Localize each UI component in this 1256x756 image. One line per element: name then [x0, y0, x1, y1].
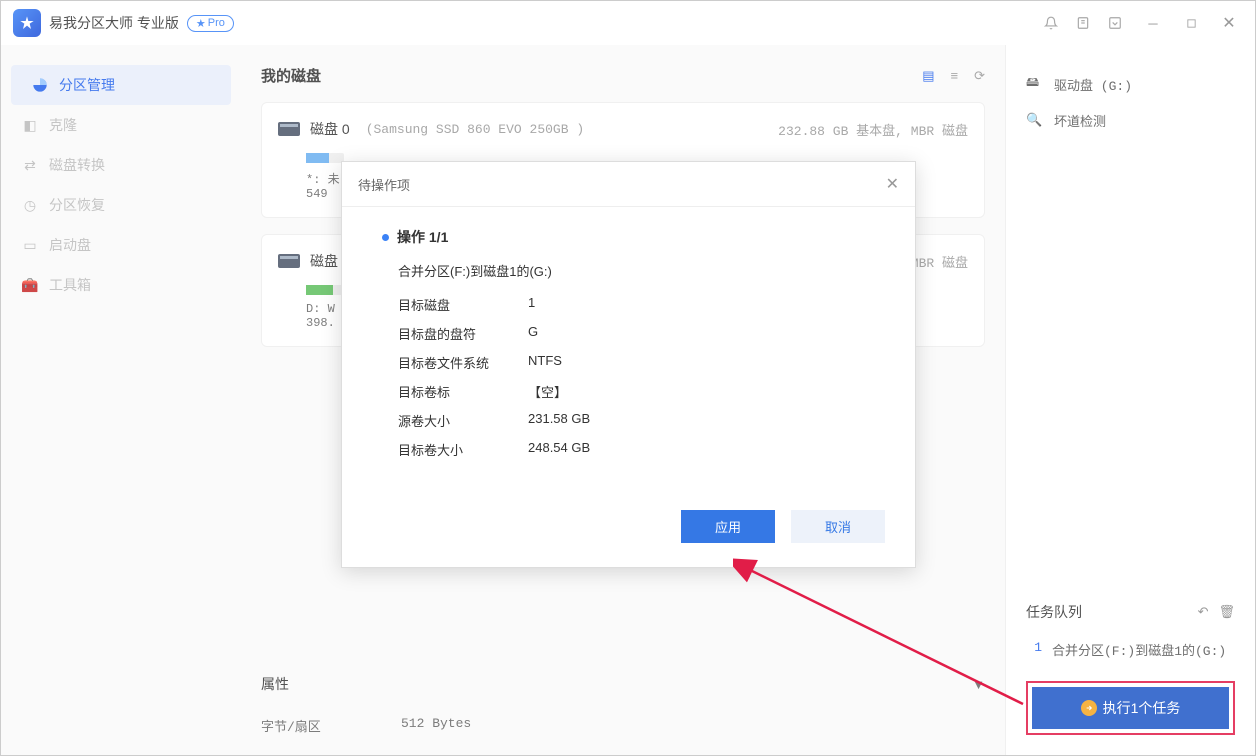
clone-icon: ◧ — [21, 116, 39, 134]
modal-title: 待操作项 — [358, 175, 410, 194]
op-row: 目标盘的盘符G — [382, 319, 875, 348]
sidebar-item-label: 磁盘转换 — [49, 155, 105, 175]
sidebar: 分区管理 ◧ 克隆 ⇄ 磁盘转换 ◷ 分区恢复 ▭ 启动盘 🧰 工具箱 — [1, 45, 241, 755]
sidebar-item-convert[interactable]: ⇄ 磁盘转换 — [1, 145, 241, 185]
disk-info: (Samsung SSD 860 EVO 250GB ) — [366, 122, 584, 137]
op-row: 目标卷大小248.54 GB — [382, 435, 875, 464]
operation-desc: 合并分区(F:)到磁盘1的(G:) — [382, 261, 875, 280]
disk-meta: MBR 磁盘 — [911, 252, 968, 271]
note-icon[interactable] — [1075, 15, 1091, 31]
grid-view-icon[interactable]: ▤ — [922, 68, 934, 84]
op-row: 源卷大小231.58 GB — [382, 406, 875, 435]
op-row: 目标磁盘1 — [382, 290, 875, 319]
refresh-icon[interactable]: ⟳ — [974, 68, 985, 84]
maximize-icon[interactable] — [1183, 15, 1199, 31]
pending-ops-modal: 待操作项 ✕ 操作 1/1 合并分区(F:)到磁盘1的(G:) 目标磁盘1目标盘… — [341, 161, 916, 568]
op-key: 源卷大小 — [398, 411, 528, 430]
close-icon[interactable]: ✕ — [1215, 15, 1243, 31]
bell-icon[interactable] — [1043, 15, 1059, 31]
sidebar-item-label: 分区恢复 — [49, 195, 105, 215]
queue-title: 任务队列 — [1026, 602, 1082, 622]
sidebar-item-label: 工具箱 — [49, 275, 91, 295]
task-number: 1 — [1026, 640, 1042, 659]
disk-icon — [278, 254, 300, 268]
app-title: 易我分区大师 专业版 — [49, 13, 179, 33]
op-key: 目标卷文件系统 — [398, 353, 528, 372]
search-icon: 🔍 — [1026, 113, 1044, 128]
op-val: 231.58 GB — [528, 411, 590, 430]
apply-button[interactable]: 应用 — [681, 510, 775, 543]
sidebar-item-label: 克隆 — [49, 115, 77, 135]
op-key: 目标卷大小 — [398, 440, 528, 459]
modal-close-icon[interactable]: ✕ — [886, 174, 899, 194]
sidebar-item-clone[interactable]: ◧ 克隆 — [1, 105, 241, 145]
app-logo-icon — [13, 9, 41, 37]
props-val: 512 Bytes — [401, 716, 471, 735]
drive-icon: 🖴 — [1026, 73, 1044, 95]
clear-icon[interactable]: 🗑 — [1218, 604, 1235, 620]
op-val: G — [528, 324, 538, 343]
chevron-down-icon[interactable]: ▼ — [972, 677, 985, 692]
cancel-button[interactable]: 取消 — [791, 510, 885, 543]
props-key: 字节/扇区 — [261, 716, 401, 735]
sidebar-item-label: 分区管理 — [59, 75, 115, 95]
operation-title: 操作 1/1 — [382, 227, 875, 247]
op-key: 目标磁盘 — [398, 295, 528, 314]
task-item[interactable]: 1 合并分区(F:)到磁盘1的(G:) — [1026, 632, 1235, 667]
disk-icon — [278, 122, 300, 136]
task-desc: 合并分区(F:)到磁盘1的(G:) — [1052, 640, 1226, 659]
op-val: 248.54 GB — [528, 440, 590, 459]
op-row: 目标卷文件系统NTFS — [382, 348, 875, 377]
minimize-icon[interactable]: ─ — [1139, 15, 1167, 31]
op-val: NTFS — [528, 353, 562, 372]
list-view-icon[interactable]: ≡ — [951, 68, 959, 84]
convert-icon: ⇄ — [21, 156, 39, 174]
properties-section: 属性 ▼ 字节/扇区 512 Bytes — [261, 662, 985, 745]
sidebar-item-label: 启动盘 — [49, 235, 91, 255]
rightbar: 🖴 驱动盘 (G:) 🔍 坏道检测 任务队列 ↶ 🗑 1 合并分区( — [1005, 45, 1255, 755]
sidebar-item-boot[interactable]: ▭ 启动盘 — [1, 225, 241, 265]
execute-button[interactable]: 执行1个任务 — [1032, 687, 1229, 729]
task-queue: 任务队列 ↶ 🗑 1 合并分区(F:)到磁盘1的(G:) 执行1个任务 — [1026, 592, 1235, 735]
bullet-icon — [382, 234, 389, 241]
sidebar-item-tools[interactable]: 🧰 工具箱 — [1, 265, 241, 305]
titlebar: 易我分区大师 专业版 ★Pro ─ ✕ — [1, 1, 1255, 45]
sidebar-item-recover[interactable]: ◷ 分区恢复 — [1, 185, 241, 225]
op-val: 1 — [528, 295, 535, 314]
badtrack-item[interactable]: 🔍 坏道检测 — [1026, 103, 1235, 138]
op-row: 目标卷标【空】 — [382, 377, 875, 406]
disk-label: 磁盘 0 — [310, 119, 350, 139]
disk-meta: 232.88 GB 基本盘, MBR 磁盘 — [778, 120, 968, 139]
toolbox-icon: 🧰 — [21, 276, 39, 294]
op-key: 目标卷标 — [398, 382, 528, 401]
undo-icon[interactable]: ↶ — [1198, 604, 1209, 620]
dropdown-icon[interactable] — [1107, 15, 1123, 31]
drive-item[interactable]: 🖴 驱动盘 (G:) — [1026, 65, 1235, 103]
recover-icon: ◷ — [21, 196, 39, 214]
props-title: 属性 — [261, 674, 289, 694]
pro-badge: ★Pro — [187, 15, 234, 32]
disk-label: 磁盘 — [310, 251, 338, 271]
op-val: 【空】 — [528, 382, 567, 401]
sidebar-item-partition[interactable]: 分区管理 — [11, 65, 231, 105]
boot-icon: ▭ — [21, 236, 39, 254]
arrow-right-icon — [1081, 700, 1097, 716]
op-key: 目标盘的盘符 — [398, 324, 528, 343]
piechart-icon — [31, 76, 49, 94]
main-title: 我的磁盘 — [261, 65, 321, 86]
